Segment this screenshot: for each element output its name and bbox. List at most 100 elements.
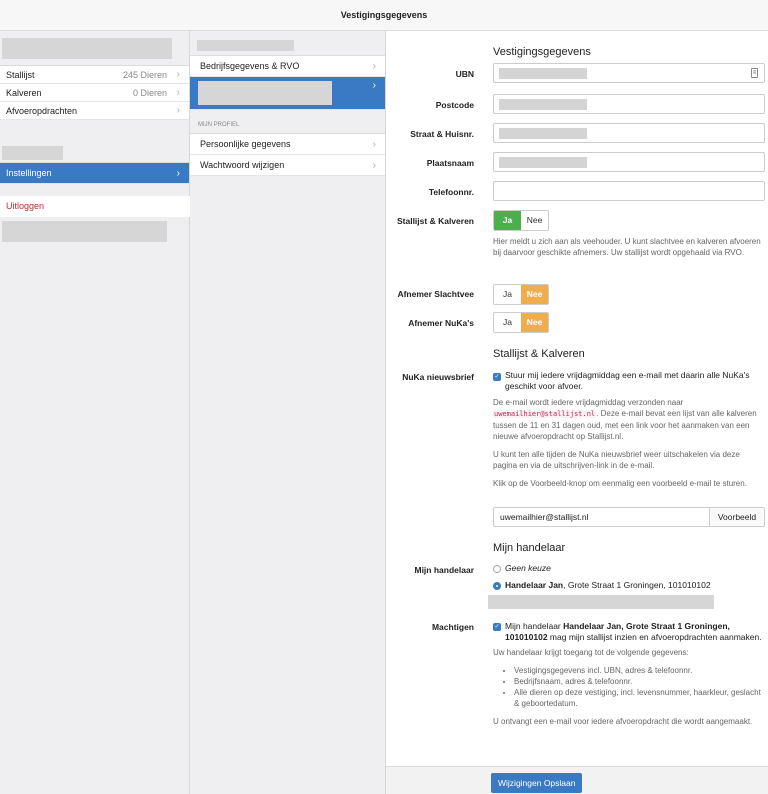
sidebar-item-afvoeropdrachten[interactable]: Afvoeropdrachten › xyxy=(0,102,189,120)
handelaar-jan-text: Handelaar Jan, Grote Straat 1 Groningen,… xyxy=(505,580,765,591)
submenu-item-placeholder xyxy=(198,81,332,105)
chevron-right-icon: › xyxy=(176,168,180,179)
telefoon-input[interactable] xyxy=(493,181,765,201)
machtigen-text: Mijn handelaar Handelaar Jan, Grote Stra… xyxy=(505,621,765,643)
stallijst-no-button[interactable]: Nee xyxy=(521,211,548,230)
machtigen-checkbox[interactable]: ✓ xyxy=(493,623,501,631)
postcode-label: Postcode xyxy=(435,100,474,110)
preview-email-group: uwemailhier@stallijst.nl Voorbeeld xyxy=(493,507,765,527)
machtigen-outro: U ontvangt een e-mail voor iedere afvoer… xyxy=(493,717,753,726)
logout-link[interactable]: Uitloggen xyxy=(0,196,190,217)
sidebar-item-count: 0 Dieren xyxy=(132,88,167,98)
submenu-item-label: Wachtwoord wijzigen xyxy=(200,160,285,170)
nuka-no-button[interactable]: Nee xyxy=(521,313,548,332)
ubn-input[interactable]: ≡ xyxy=(493,63,765,83)
plaats-label: Plaatsnaam xyxy=(426,158,474,168)
preview-button[interactable]: Voorbeeld xyxy=(709,508,764,526)
chevron-right-icon: › xyxy=(176,69,180,80)
profile-section-caption: MIJN PROFIEL xyxy=(198,122,240,128)
nuka-newsletter-checkbox[interactable]: ✓ xyxy=(493,373,501,381)
main-sidebar: Stallijst 245 Dieren › Kalveren 0 Dieren… xyxy=(0,31,190,794)
chevron-right-icon: › xyxy=(176,105,180,116)
handelaar-jan-address: , Grote Straat 1 Groningen, 101010102 xyxy=(563,580,711,590)
chevron-right-icon: › xyxy=(372,160,376,171)
handelaar-placeholder xyxy=(488,595,714,609)
chevron-right-icon: › xyxy=(176,87,180,98)
settings-submenu: Bedrijfsgegevens & RVO › › MIJN PROFIEL … xyxy=(190,31,386,794)
profile-list: Persoonlijke gegevens › Wachtwoord wijzi… xyxy=(190,133,385,176)
slachtvee-no-button[interactable]: Nee xyxy=(521,285,548,304)
stallijst-help: Hier meldt u zich aan als veehouder. U k… xyxy=(493,237,761,257)
straat-input[interactable] xyxy=(493,123,765,143)
footer-placeholder xyxy=(2,221,167,242)
main-nav-list: Stallijst 245 Dieren › Kalveren 0 Dieren… xyxy=(0,65,189,120)
nuka-afnemer-toggle: Ja Nee xyxy=(493,312,549,333)
nuka-help-1: De e-mail wordt iedere vrijdagmiddag ver… xyxy=(493,397,765,442)
sidebar-item-stallijst[interactable]: Stallijst 245 Dieren › xyxy=(0,66,189,84)
handelaar-none-text: Geen keuze xyxy=(505,563,551,573)
machtigen-bullet-list: Vestigingsgegevens incl. UBN, adres & te… xyxy=(506,665,764,709)
sidebar-item-label: Kalveren xyxy=(6,88,42,98)
detail-form: Vestigingsgegevens UBN ≡ Postcode Straat… xyxy=(386,31,768,794)
preview-email-input[interactable]: uwemailhier@stallijst.nl xyxy=(494,508,709,526)
stallijst-yes-button[interactable]: Ja xyxy=(494,211,521,230)
sidebar-item-label: Afvoeropdrachten xyxy=(6,106,78,116)
handelaar-jan-name: Handelaar Jan xyxy=(505,580,564,590)
stallijst-toggle: Ja Nee xyxy=(493,210,549,231)
section-placeholder xyxy=(2,146,63,160)
submenu-list: Bedrijfsgegevens & RVO › › xyxy=(190,55,385,110)
ubn-value-placeholder xyxy=(499,68,587,79)
nuka-afnemer-label: Afnemer NuKa's xyxy=(408,318,474,328)
user-placeholder xyxy=(2,38,172,59)
straat-label: Straat & Huisnr. xyxy=(410,129,474,139)
postcode-input[interactable] xyxy=(493,94,765,114)
sidebar-item-label: Instellingen xyxy=(6,168,52,178)
nuka-help-1-pre: De e-mail wordt iedere vrijdagmiddag ver… xyxy=(493,398,684,407)
plaats-value-placeholder xyxy=(499,157,587,168)
nuka-newsletter-text: Stuur mij iedere vrijdagmiddag een e-mai… xyxy=(505,370,750,391)
submenu-item-vestigingsgegevens[interactable]: › xyxy=(190,77,385,110)
slachtvee-yes-button[interactable]: Ja xyxy=(494,285,521,304)
ubn-label: UBN xyxy=(455,69,474,79)
nuka-email-code: uwemailhier@stallijst.nl xyxy=(493,410,597,418)
section-heading: Vestigingsgegevens xyxy=(493,46,591,58)
list-item: Bedrijfsnaam, adres & telefoonnr. xyxy=(514,676,764,687)
save-button[interactable]: Wijzigingen Opslaan xyxy=(491,773,583,793)
submenu-item-label: Persoonlijke gegevens xyxy=(200,139,291,149)
nuka-yes-button[interactable]: Ja xyxy=(494,313,521,332)
handelaar-none-radio[interactable] xyxy=(493,565,501,573)
submenu-item-wachtwoord-wijzigen[interactable]: Wachtwoord wijzigen › xyxy=(190,155,385,176)
settings-nav-list: Instellingen › xyxy=(0,162,189,184)
nuka-newsletter-label: NuKa nieuwsbrief xyxy=(402,372,474,382)
stallijst-section-heading: Stallijst & Kalveren xyxy=(493,348,585,360)
chevron-right-icon: › xyxy=(372,80,376,91)
plaats-input[interactable] xyxy=(493,152,765,172)
contact-card-icon: ≡ xyxy=(751,68,758,78)
submenu-item-label: Bedrijfsgegevens & RVO xyxy=(200,61,300,71)
chevron-right-icon: › xyxy=(372,61,376,72)
machtigen-intro: Uw handelaar krijgt toegang tot de volge… xyxy=(493,648,689,657)
machtigen-label: Machtigen xyxy=(431,622,474,632)
sidebar-item-instellingen[interactable]: Instellingen › xyxy=(0,163,189,184)
submenu-item-persoonlijke-gegevens[interactable]: Persoonlijke gegevens › xyxy=(190,134,385,155)
nuka-help-2: U kunt ten alle tijden de NuKa nieuwsbri… xyxy=(493,450,740,470)
handelaar-label: Mijn handelaar xyxy=(414,565,474,575)
handelaar-jan-radio[interactable] xyxy=(493,582,501,590)
machtigen-post: mag mijn stallijst inzien en afvoeropdra… xyxy=(549,632,762,642)
sidebar-item-kalveren[interactable]: Kalveren 0 Dieren › xyxy=(0,84,189,102)
telefoon-label: Telefoonnr. xyxy=(428,187,474,197)
chevron-right-icon: › xyxy=(372,139,376,150)
stallijst-label: Stallijst & Kalveren xyxy=(396,216,474,226)
sidebar-item-count: 245 Dieren xyxy=(122,70,167,80)
slachtvee-toggle: Ja Nee xyxy=(493,284,549,305)
list-item: Vestigingsgegevens incl. UBN, adres & te… xyxy=(514,665,764,676)
postcode-value-placeholder xyxy=(499,99,587,110)
list-item: Alle dieren op deze vestiging, incl. lev… xyxy=(514,687,764,709)
straat-value-placeholder xyxy=(499,128,587,139)
submenu-title-placeholder xyxy=(197,40,294,51)
submenu-item-bedrijfsgegevens[interactable]: Bedrijfsgegevens & RVO › xyxy=(190,56,385,77)
nuka-help-3: Klik op de Voorbeeld-knop om eenmalig ee… xyxy=(493,479,747,488)
machtigen-pre: Mijn handelaar xyxy=(505,621,561,631)
window-title: Vestigingsgegevens xyxy=(0,0,768,31)
slachtvee-label: Afnemer Slachtvee xyxy=(397,289,474,299)
